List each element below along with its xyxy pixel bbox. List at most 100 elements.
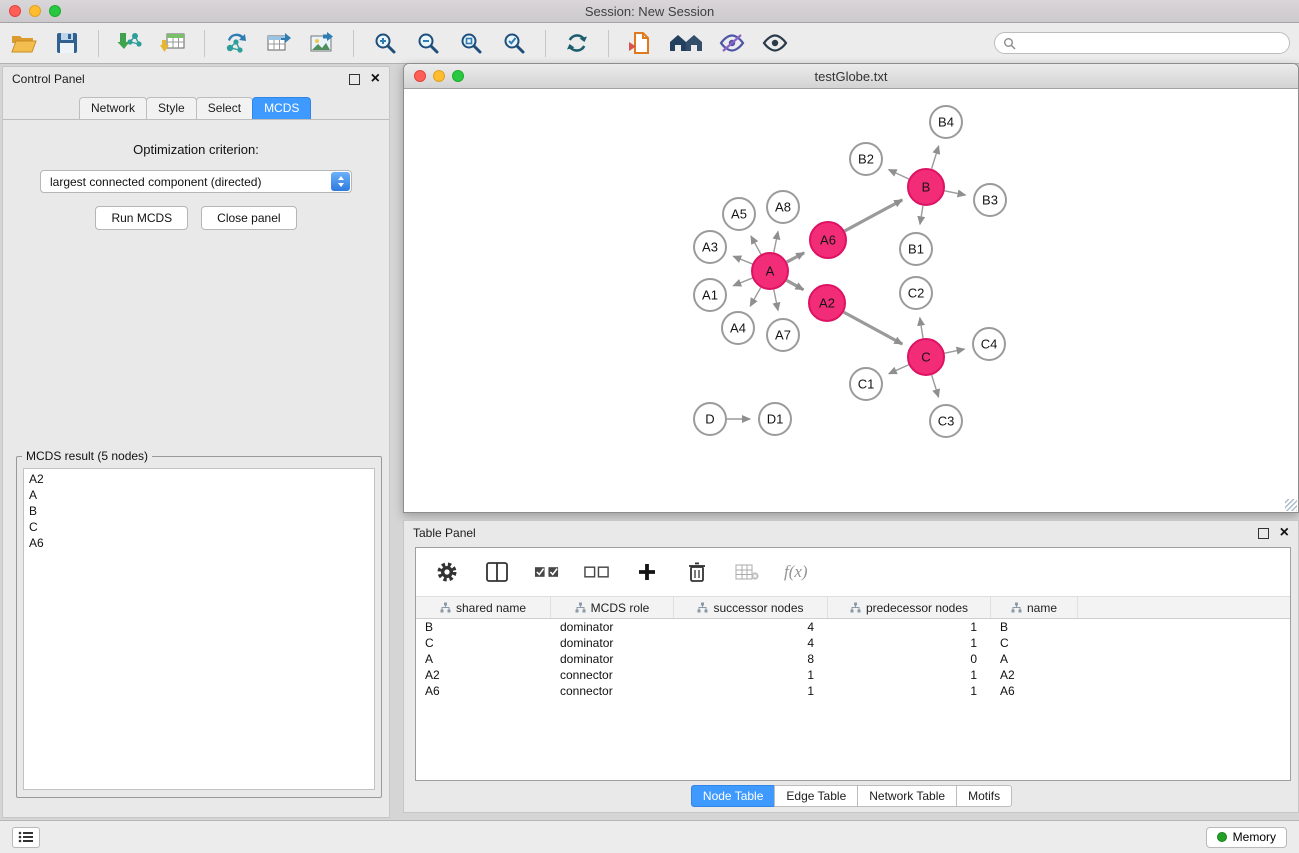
mcds-result-item[interactable]: C xyxy=(29,519,369,535)
table-cell[interactable]: 1 xyxy=(828,620,991,634)
table-row[interactable]: A2connector11A2 xyxy=(416,667,1290,683)
export-image-button[interactable] xyxy=(307,27,337,59)
close-table-panel-icon[interactable]: × xyxy=(1280,526,1289,540)
graph-edge-C-C3[interactable] xyxy=(932,375,939,397)
table-cell[interactable]: A2 xyxy=(416,668,551,682)
home-button[interactable] xyxy=(668,27,704,59)
run-mcds-button[interactable]: Run MCDS xyxy=(95,206,188,230)
column-header-MCDS-role[interactable]: MCDS role xyxy=(551,597,674,618)
table-cell[interactable]: C xyxy=(991,636,1078,650)
toggle-column-view-button[interactable] xyxy=(484,556,510,588)
table-cell[interactable]: A2 xyxy=(991,668,1078,682)
mcds-result-item[interactable]: B xyxy=(29,503,369,519)
table-cell[interactable]: 0 xyxy=(828,652,991,666)
table-cell[interactable]: 1 xyxy=(828,668,991,682)
float-table-panel-icon[interactable] xyxy=(1258,528,1269,539)
table-cell[interactable]: 1 xyxy=(828,684,991,698)
import-table-button[interactable] xyxy=(158,27,188,59)
graph-edge-A-A6[interactable] xyxy=(787,253,804,262)
show-details-button[interactable] xyxy=(760,27,790,59)
control-tab-mcds[interactable]: MCDS xyxy=(252,97,311,119)
control-tab-select[interactable]: Select xyxy=(196,97,253,119)
table-cell[interactable]: connector xyxy=(551,668,674,682)
table-cell[interactable]: B xyxy=(991,620,1078,634)
minimize-view-icon[interactable] xyxy=(433,70,445,82)
delete-column-button[interactable] xyxy=(734,556,760,588)
float-panel-icon[interactable] xyxy=(349,74,360,85)
mcds-result-list[interactable]: A2ABCA6 xyxy=(23,468,375,790)
zoom-out-button[interactable] xyxy=(413,27,443,59)
table-cell[interactable]: C xyxy=(416,636,551,650)
table-cell[interactable]: 4 xyxy=(674,636,828,650)
deselect-all-button[interactable] xyxy=(584,556,610,588)
table-settings-button[interactable] xyxy=(434,556,460,588)
table-cell[interactable]: 1 xyxy=(828,636,991,650)
zoom-selected-button[interactable] xyxy=(499,27,529,59)
delete-row-button[interactable] xyxy=(684,556,710,588)
table-cell[interactable]: 1 xyxy=(674,668,828,682)
maximize-view-icon[interactable] xyxy=(452,70,464,82)
graph-edge-A-A4[interactable] xyxy=(750,288,760,307)
task-history-button[interactable] xyxy=(12,827,40,848)
graph-edge-B-B1[interactable] xyxy=(920,206,923,225)
column-header-shared-name[interactable]: shared name xyxy=(416,597,551,618)
table-cell[interactable]: dominator xyxy=(551,620,674,634)
search-input[interactable] xyxy=(1021,35,1281,51)
table-cell[interactable]: dominator xyxy=(551,636,674,650)
resize-grip[interactable] xyxy=(1285,499,1297,511)
column-header-successor-nodes[interactable]: successor nodes xyxy=(674,597,828,618)
optimization-criterion-dropdown[interactable]: largest connected component (directed) xyxy=(40,170,352,193)
save-session-button[interactable] xyxy=(52,27,82,59)
table-row[interactable]: Adominator80A xyxy=(416,651,1290,667)
table-cell[interactable]: 8 xyxy=(674,652,828,666)
export-network-button[interactable] xyxy=(221,27,251,59)
table-row[interactable]: A6connector11A6 xyxy=(416,683,1290,699)
graph-edge-A-A7[interactable] xyxy=(774,290,778,311)
close-window-icon[interactable] xyxy=(9,5,21,17)
column-header-predecessor-nodes[interactable]: predecessor nodes xyxy=(828,597,991,618)
graph-edge-A-A5[interactable] xyxy=(751,236,761,254)
graphics-details-button[interactable] xyxy=(717,27,747,59)
table-row[interactable]: Bdominator41B xyxy=(416,619,1290,635)
table-row[interactable]: Cdominator41C xyxy=(416,635,1290,651)
import-network-button[interactable] xyxy=(115,27,145,59)
table-cell[interactable]: A6 xyxy=(991,684,1078,698)
graph-edge-A-A1[interactable] xyxy=(733,278,752,286)
close-view-icon[interactable] xyxy=(414,70,426,82)
search-box[interactable] xyxy=(994,32,1290,54)
graph-edge-B-B4[interactable] xyxy=(932,146,939,169)
minimize-window-icon[interactable] xyxy=(29,5,41,17)
table-tab-motifs[interactable]: Motifs xyxy=(956,785,1012,807)
graph-edge-C-C4[interactable] xyxy=(945,349,965,353)
memory-button[interactable]: Memory xyxy=(1206,827,1287,848)
control-tab-style[interactable]: Style xyxy=(146,97,197,119)
table-cell[interactable]: 1 xyxy=(674,684,828,698)
function-builder-icon[interactable]: f(x) xyxy=(784,562,808,582)
network-canvas[interactable]: B4B2BB3A5A8A6B1A3AC2A1A2A4A7C4CC1C3DD1 xyxy=(404,89,1298,512)
column-header-name[interactable]: name xyxy=(991,597,1078,618)
table-tab-network-table[interactable]: Network Table xyxy=(857,785,957,807)
network-window-titlebar[interactable]: testGlobe.txt xyxy=(404,64,1298,89)
network-snapshot-button[interactable] xyxy=(625,27,655,59)
mcds-result-item[interactable]: A6 xyxy=(29,535,369,551)
graph-edge-C-C1[interactable] xyxy=(889,365,909,374)
table-cell[interactable]: A xyxy=(991,652,1078,666)
network-graph[interactable]: B4B2BB3A5A8A6B1A3AC2A1A2A4A7C4CC1C3DD1 xyxy=(404,89,1298,512)
graph-edge-A-A8[interactable] xyxy=(774,231,778,252)
graph-edge-A-A3[interactable] xyxy=(733,256,752,264)
graph-edge-B-B2[interactable] xyxy=(889,170,909,179)
zoom-fit-button[interactable] xyxy=(456,27,486,59)
open-session-button[interactable] xyxy=(9,27,39,59)
table-cell[interactable]: dominator xyxy=(551,652,674,666)
table-cell[interactable]: connector xyxy=(551,684,674,698)
graph-edge-A2-C[interactable] xyxy=(844,312,903,344)
maximize-window-icon[interactable] xyxy=(49,5,61,17)
mcds-result-item[interactable]: A xyxy=(29,487,369,503)
mcds-result-item[interactable]: A2 xyxy=(29,471,369,487)
graph-edge-C-C2[interactable] xyxy=(920,318,923,339)
select-all-button[interactable] xyxy=(534,556,560,588)
graph-edge-A6-B[interactable] xyxy=(845,200,903,231)
table-cell[interactable]: A xyxy=(416,652,551,666)
graph-edge-B-B3[interactable] xyxy=(945,191,966,195)
control-tab-network[interactable]: Network xyxy=(79,97,147,119)
